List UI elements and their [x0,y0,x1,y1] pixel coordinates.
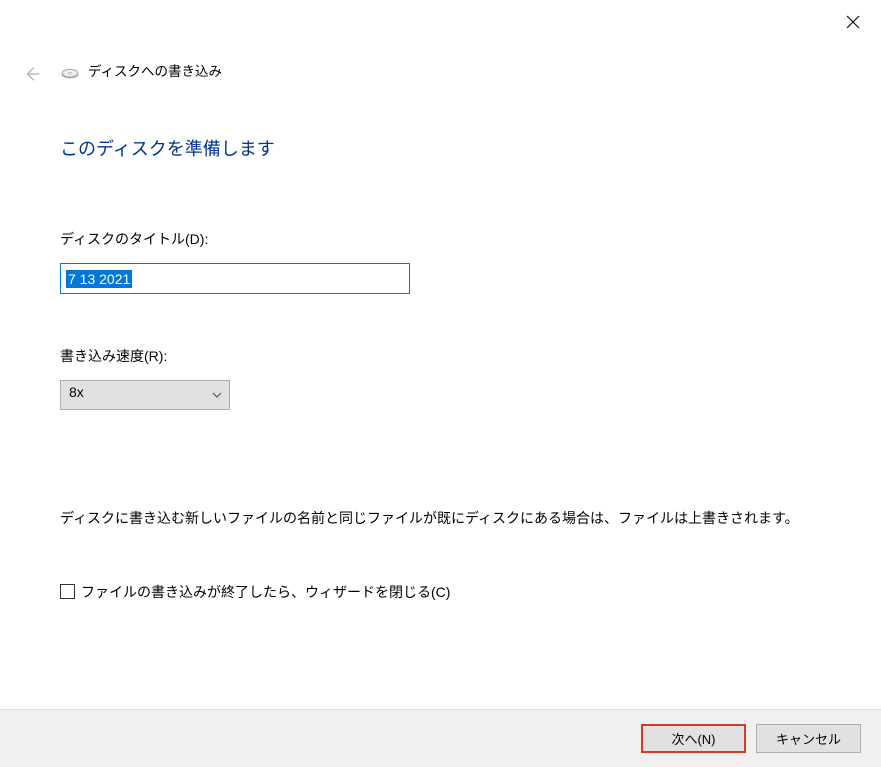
close-wizard-checkbox-label: ファイルの書き込みが終了したら、ウィザードを閉じる(C) [81,582,450,602]
disc-title-input[interactable]: 7 13 2021 [60,263,410,294]
speed-field: 書き込み速度(R): 8x [60,346,841,410]
next-button-label: 次へ(N) [671,729,715,748]
disc-title-label: ディスクのタイトル(D): [60,229,841,249]
cancel-button-label: キャンセル [776,729,841,748]
disc-icon [60,60,80,80]
close-icon [846,15,860,29]
wizard-footer: 次へ(N) キャンセル [0,709,881,767]
overwrite-description: ディスクに書き込む新しいファイルの名前と同じファイルが既にディスクにある場合は、… [60,505,841,532]
page-heading: このディスクを準備します [60,135,841,161]
close-wizard-checkbox[interactable] [60,584,75,599]
close-button[interactable] [843,12,863,32]
speed-value: 8x [69,384,84,400]
disc-title-field: ディスクのタイトル(D): 7 13 2021 [60,229,841,294]
cancel-button[interactable]: キャンセル [756,724,861,753]
content-area: このディスクを準備します ディスクのタイトル(D): 7 13 2021 書き込… [60,135,841,602]
wizard-title: ディスクへの書き込み [88,60,222,80]
speed-label: 書き込み速度(R): [60,346,841,366]
disc-title-value: 7 13 2021 [66,270,132,288]
speed-select[interactable]: 8x [60,380,230,410]
back-button[interactable] [20,62,44,86]
next-button[interactable]: 次へ(N) [641,724,746,753]
wizard-header: ディスクへの書き込み [60,60,222,80]
close-wizard-checkbox-row[interactable]: ファイルの書き込みが終了したら、ウィザードを閉じる(C) [60,582,841,602]
back-arrow-icon [23,65,41,83]
